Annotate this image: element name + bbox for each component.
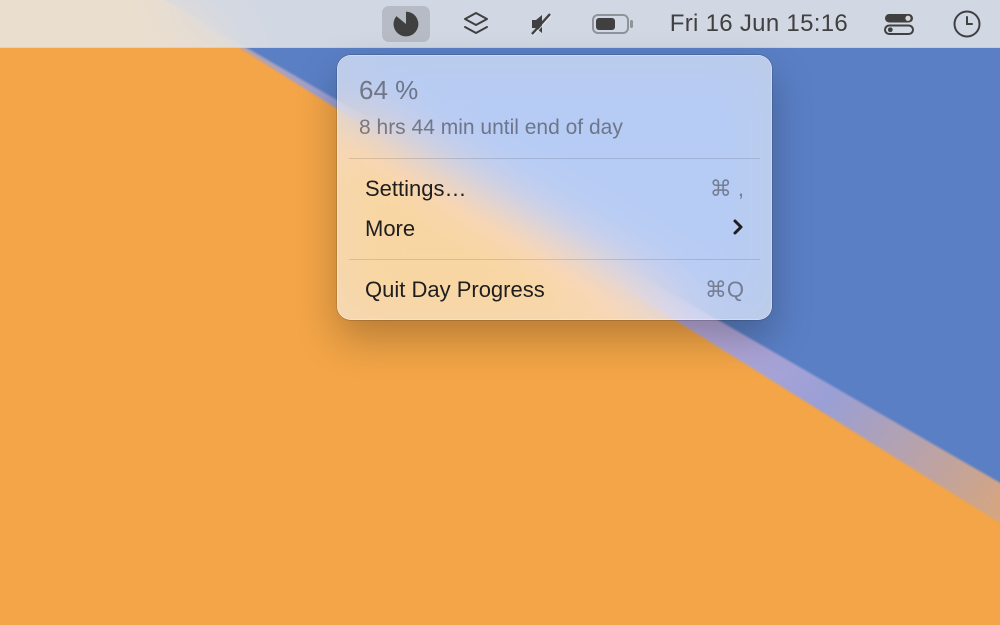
quit-label: Quit Day Progress <box>365 277 545 303</box>
popover-header: 64 % 8 hrs 44 min until end of day <box>337 65 772 148</box>
stack-icon <box>462 10 490 38</box>
day-progress-menubar-item[interactable] <box>382 6 430 42</box>
stack-menubar-item[interactable] <box>456 6 496 42</box>
speaker-muted-icon <box>528 11 554 37</box>
quit-shortcut: ⌘Q <box>705 277 744 303</box>
separator <box>349 259 760 260</box>
progress-percent: 64 % <box>359 75 750 106</box>
separator <box>349 158 760 159</box>
quit-menu-item[interactable]: Quit Day Progress ⌘Q <box>343 270 766 310</box>
pie-progress-icon <box>392 10 420 38</box>
battery-icon <box>592 13 634 35</box>
clock-circle-icon <box>952 9 982 39</box>
chevron-right-icon <box>732 216 744 242</box>
settings-shortcut: ⌘ , <box>710 176 744 202</box>
more-menu-item[interactable]: More <box>343 209 766 249</box>
more-label: More <box>365 216 415 242</box>
settings-menu-item[interactable]: Settings… ⌘ , <box>343 169 766 209</box>
day-progress-popover: 64 % 8 hrs 44 min until end of day Setti… <box>337 55 772 320</box>
time-remaining: 8 hrs 44 min until end of day <box>359 116 750 140</box>
control-toggle-menubar-item[interactable] <box>878 6 920 42</box>
battery-menubar-item[interactable] <box>586 6 640 42</box>
toggle-switches-icon <box>884 13 914 35</box>
clock-circle-menubar-item[interactable] <box>946 6 988 42</box>
clock-menubar-item[interactable]: Fri 16 Jun 15:16 <box>666 6 852 42</box>
mute-menubar-item[interactable] <box>522 6 560 42</box>
settings-label: Settings… <box>365 176 467 202</box>
clock-text: Fri 16 Jun 15:16 <box>670 10 848 38</box>
menu-bar: Fri 16 Jun 15:16 <box>0 0 1000 48</box>
